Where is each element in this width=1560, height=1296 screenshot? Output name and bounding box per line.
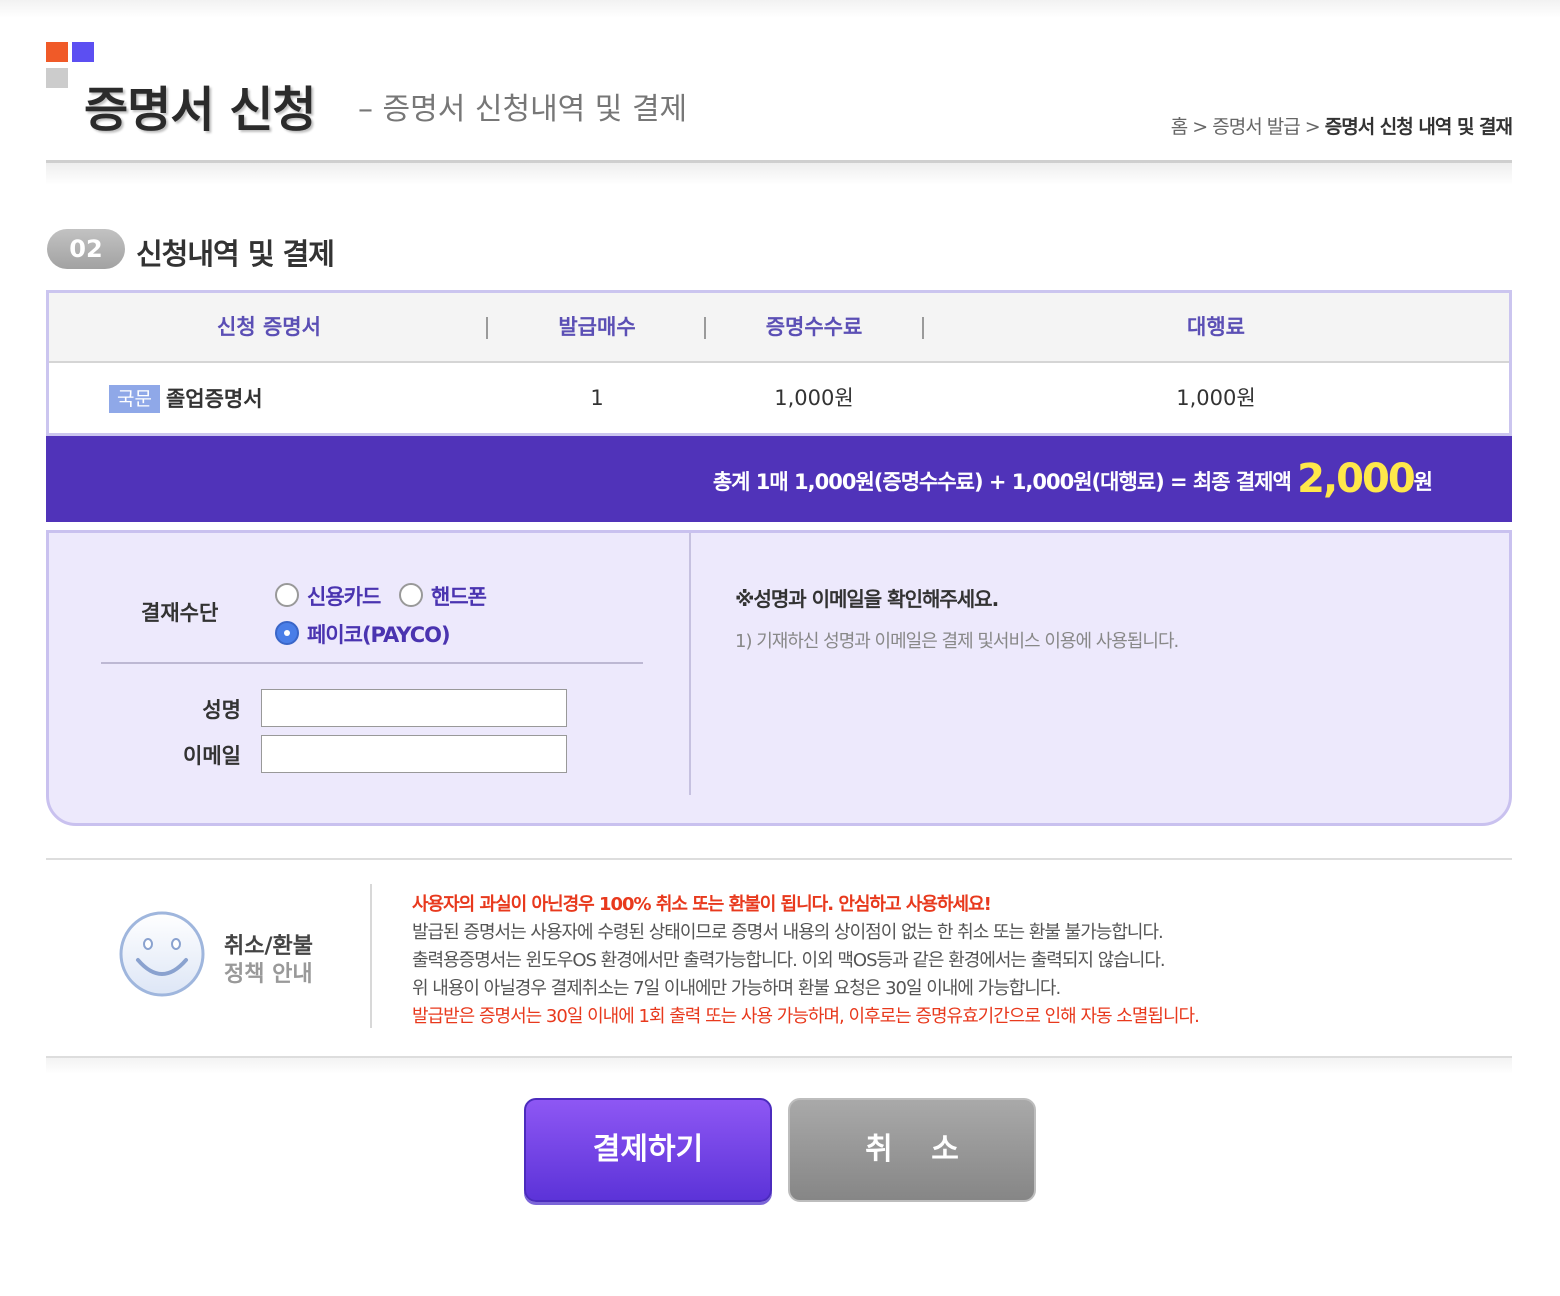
breadcrumb-current: 증명서 신청 내역 및 결재 (1324, 116, 1513, 138)
cancel-button[interactable]: 취 소 (788, 1098, 1036, 1202)
count-cell: 1 (590, 386, 604, 410)
table-row: 국문 졸업증명서 1 1,000원 1,000원 (49, 363, 1509, 433)
radio-payco-label[interactable]: 페이코(PAYCO) (307, 619, 451, 649)
total-summary-bar: 총계 1매 1,000원(증명수수료) + 1,000원(대행료) = 최종 결… (46, 436, 1512, 522)
logo-square-blue (72, 42, 94, 62)
radio-phone[interactable] (399, 583, 423, 607)
application-table: 신청 증명서 발급매수 증명수수료 대행료 국문 졸업증명서 1 1,000원 1… (46, 290, 1512, 436)
pay-button[interactable]: 결제하기 (524, 1098, 772, 1202)
policy-line-warning: 발급받은 증명서는 30일 이내에 1회 출력 또는 사용 가능하며, 이후로는… (412, 1006, 1200, 1027)
notice-text: 1) 기재하신 성명과 이메일은 결제 및서비스 이용에 사용됩니다. (735, 631, 1179, 652)
breadcrumb-home[interactable]: 홈 (1171, 116, 1189, 138)
top-shade (0, 0, 1560, 18)
policy-line: 위 내용이 아닐경우 결제취소는 7일 이내에만 가능하며 환불 요청은 30일… (412, 978, 1061, 999)
total-amount: 2,000 (1297, 456, 1416, 502)
section-title: 신청내역 및 결제 (136, 237, 335, 271)
total-unit: 원 (1413, 470, 1433, 494)
breadcrumb-separator: > (1304, 116, 1321, 138)
payment-vertical-divider (689, 533, 691, 795)
certificate-name: 졸업증명서 (165, 387, 263, 411)
certificate-cell: 국문 졸업증명서 (109, 363, 489, 433)
email-input[interactable] (261, 735, 567, 773)
payment-panel: 결재수단 신용카드 핸드폰 페이코(PAYCO) 성명 이메일 ※성명과 이메일… (46, 530, 1512, 826)
radio-phone-label[interactable]: 핸드폰 (431, 581, 487, 611)
total-summary-text: 총계 1매 1,000원(증명수수료) + 1,000원(대행료) = 최종 결… (712, 436, 1433, 522)
column-header-fee: 증명수수료 (765, 315, 863, 339)
notice-title: ※성명과 이메일을 확인해주세요. (735, 587, 999, 611)
page-subtitle: – 증명서 신청내역 및 결제 (358, 92, 688, 127)
column-divider (486, 317, 488, 339)
policy-line: 출력용증명서는 윈도우OS 환경에서만 출력가능합니다. 이외 맥OS등과 같은… (412, 950, 1166, 971)
breadcrumb-separator: > (1192, 116, 1208, 138)
radio-credit-card[interactable] (275, 583, 299, 607)
column-header-certificate: 신청 증명서 (217, 315, 321, 339)
breadcrumb-level1[interactable]: 증명서 발급 (1212, 116, 1300, 138)
name-input[interactable] (261, 689, 567, 727)
column-header-count: 발급매수 (558, 315, 636, 339)
payment-method-label: 결재수단 (141, 601, 219, 625)
radio-payco[interactable] (275, 621, 299, 645)
radio-credit-card-label[interactable]: 신용카드 (307, 581, 381, 611)
column-header-agency-fee: 대행료 (1187, 315, 1245, 339)
policy-vertical-divider (370, 884, 372, 1028)
step-number-badge: 02 (47, 229, 125, 269)
name-label: 성명 (202, 698, 241, 722)
email-label: 이메일 (183, 744, 241, 768)
fee-cell: 1,000원 (774, 386, 854, 410)
policy-title-line2: 정책 안내 (224, 962, 313, 987)
total-breakdown: 총계 1매 1,000원(증명수수료) + 1,000원(대행료) = 최종 결… (712, 470, 1292, 494)
header-shade (46, 163, 1512, 185)
policy-line-highlight: 사용자의 과실이 아닌경우 100% 취소 또는 환불이 됩니다. 안심하고 사… (412, 894, 992, 915)
breadcrumb: 홈 > 증명서 발급 > 증명서 신청 내역 및 결재 (1171, 112, 1513, 139)
logo-square-orange (46, 42, 68, 62)
table-header: 신청 증명서 발급매수 증명수수료 대행료 (49, 293, 1509, 363)
policy-top-divider (46, 858, 1512, 860)
agency-fee-cell: 1,000원 (1176, 386, 1256, 410)
payment-divider (101, 662, 643, 664)
page-title: 증명서 신청 (84, 82, 317, 138)
policy-shade (46, 1058, 1512, 1074)
smiley-icon (119, 911, 205, 997)
logo-square-gray (46, 68, 68, 88)
language-badge: 국문 (109, 385, 160, 413)
policy-line: 발급된 증명서는 사용자에 수령된 상태이므로 증명서 내용의 상이점이 없는 … (412, 922, 1164, 943)
